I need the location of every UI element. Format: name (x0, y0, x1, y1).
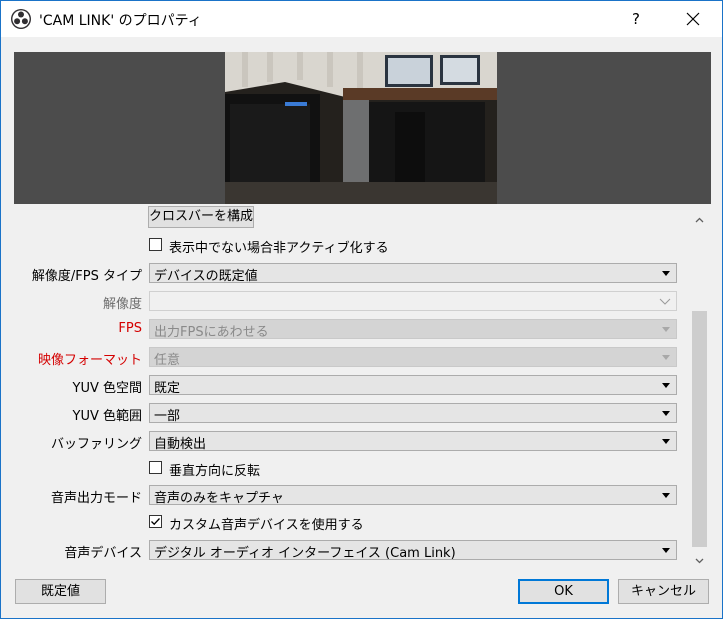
buffering-select[interactable]: 自動検出 (149, 431, 677, 452)
dropdown-arrow-icon (662, 411, 670, 416)
fps-label: FPS (118, 321, 142, 336)
dropdown-arrow-icon (662, 383, 670, 388)
checkmark-icon (151, 518, 160, 526)
dropdown-arrow-icon (662, 271, 670, 276)
scroll-up-icon[interactable] (695, 216, 704, 225)
ok-button[interactable]: OK (518, 579, 609, 604)
video-format-select[interactable]: 任意 (149, 347, 677, 368)
resolution-fps-type-select[interactable]: デバイスの既定値 (149, 263, 677, 284)
close-icon[interactable] (673, 1, 713, 37)
dropdown-arrow-icon (662, 548, 670, 553)
properties-panel: クロスバーを構成 表示中でない場合非アクティブ化する 解像度/FPS タイプ デ… (14, 206, 711, 573)
fps-select[interactable]: 出力FPSにあわせる (149, 319, 677, 340)
video-format-label: 映像フォーマット (37, 353, 142, 368)
dropdown-arrow-icon (662, 493, 670, 498)
window-title: 'CAM LINK' のプロパティ (39, 13, 202, 29)
audio-device-label: 音声デバイス (64, 546, 142, 561)
checkbox-box[interactable] (149, 515, 162, 528)
chevron-down-icon (659, 298, 671, 305)
audio-device-select[interactable]: デジタル オーディオ インターフェイス (Cam Link) (149, 540, 677, 561)
obs-logo-icon (11, 9, 31, 29)
checkbox-box[interactable] (149, 461, 162, 474)
defaults-button[interactable]: 既定値 (15, 579, 106, 604)
dropdown-arrow-icon (662, 327, 670, 332)
source-preview (14, 52, 711, 204)
yuv-color-space-label: YUV 色空間 (72, 381, 142, 396)
buffering-label: バッファリング (50, 437, 142, 452)
resolution-label: 解像度 (102, 297, 142, 312)
yuv-color-space-select[interactable]: 既定 (149, 375, 677, 396)
scroll-down-icon[interactable] (695, 556, 704, 565)
vertical-scrollbar[interactable] (691, 206, 708, 573)
dropdown-arrow-icon (662, 355, 670, 360)
audio-output-mode-label: 音声出力モード (50, 491, 142, 506)
yuv-color-range-label: YUV 色範囲 (72, 409, 142, 424)
cancel-button[interactable]: キャンセル (618, 579, 709, 604)
yuv-color-range-select[interactable]: 一部 (149, 403, 677, 424)
properties-dialog: 'CAM LINK' のプロパティ ? クロスバーを構成 表示中でない場合非アク… (0, 0, 723, 619)
help-button[interactable]: ? (621, 1, 651, 37)
configure-crossbar-button[interactable]: クロスバーを構成 (148, 206, 254, 228)
resolution-select[interactable] (149, 291, 677, 311)
title-bar: 'CAM LINK' のプロパティ ? (1, 1, 722, 37)
audio-output-mode-select[interactable]: 音声のみをキャプチャ (149, 485, 677, 506)
camera-preview-image (225, 52, 497, 204)
checkbox-box[interactable] (149, 238, 162, 251)
resolution-fps-type-label: 解像度/FPS タイプ (31, 269, 142, 284)
dropdown-arrow-icon (662, 439, 670, 444)
scrollbar-thumb[interactable] (692, 311, 707, 547)
